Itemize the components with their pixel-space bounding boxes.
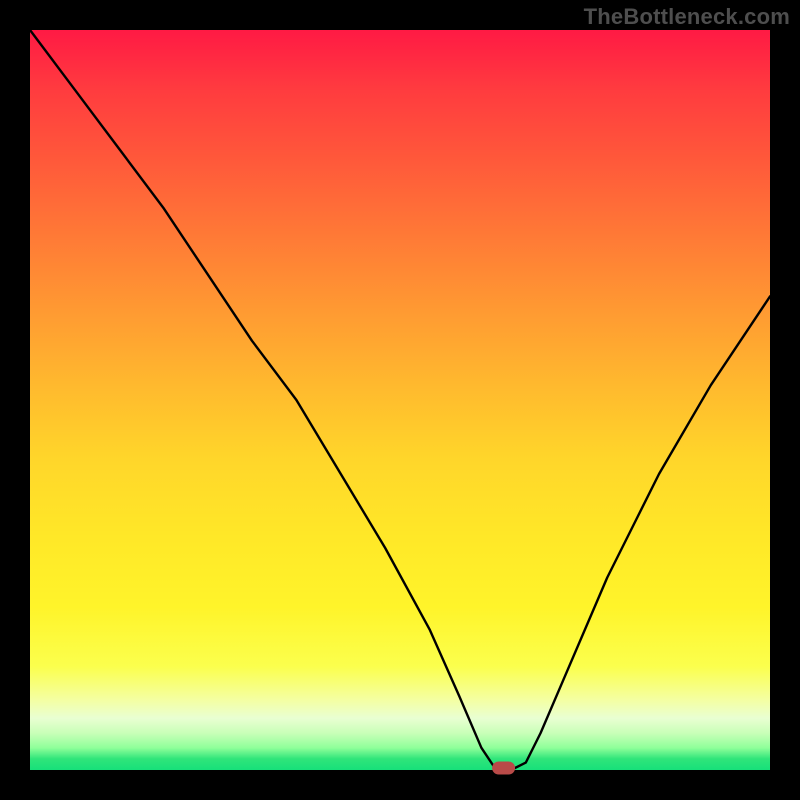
curve-layer bbox=[30, 30, 770, 770]
watermark-text: TheBottleneck.com bbox=[584, 4, 790, 30]
bottleneck-curve bbox=[30, 30, 770, 770]
optimal-point-marker bbox=[493, 762, 515, 774]
chart-frame: TheBottleneck.com bbox=[0, 0, 800, 800]
plot-area bbox=[30, 30, 770, 770]
